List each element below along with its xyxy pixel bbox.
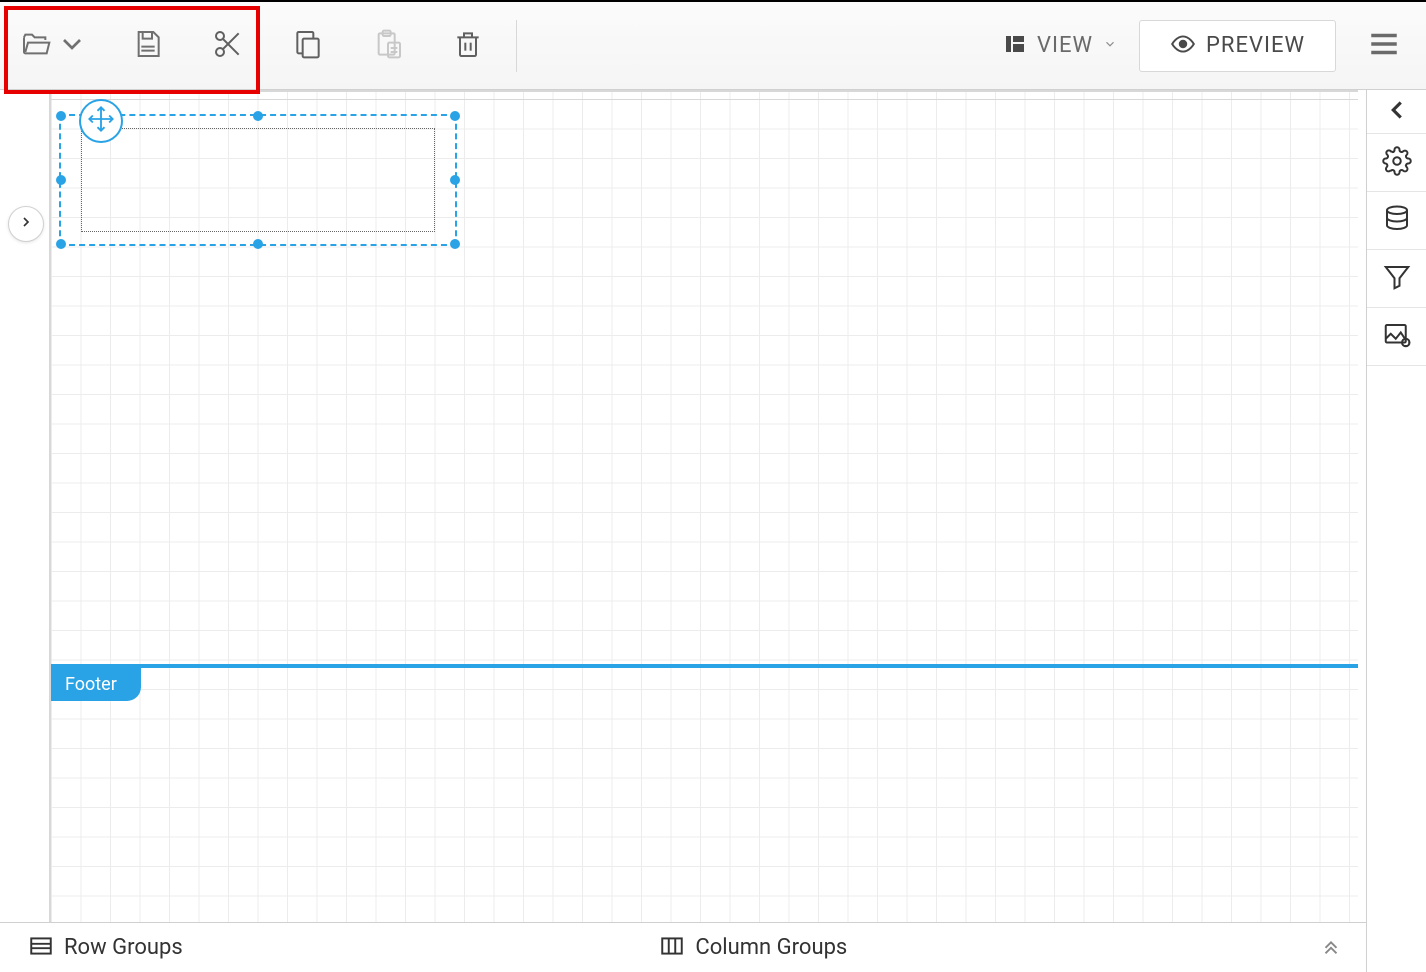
row-groups-label: Row Groups	[64, 935, 183, 960]
resize-handle-middle-right[interactable]	[450, 175, 460, 185]
footer-section-tab[interactable]: Footer	[51, 668, 141, 701]
copy-icon	[292, 28, 324, 64]
paste-button[interactable]	[348, 2, 428, 90]
main-area: Footer Row Groups	[0, 90, 1426, 972]
folder-open-icon	[20, 28, 52, 64]
preview-label: PREVIEW	[1206, 33, 1305, 58]
eye-icon	[1170, 31, 1196, 61]
open-button[interactable]	[0, 2, 108, 90]
save-icon	[132, 28, 164, 64]
rows-icon	[28, 933, 54, 963]
left-panel-expander[interactable]	[8, 206, 44, 242]
canvas-wrap: Footer Row Groups	[0, 90, 1366, 972]
resize-handle-bottom-left[interactable]	[56, 239, 66, 249]
hamburger-icon	[1367, 27, 1401, 65]
app-root: VIEW PREVIEW	[0, 0, 1426, 972]
rail-collapse-button[interactable]	[1367, 90, 1426, 134]
resize-handle-top-left[interactable]	[56, 111, 66, 121]
chevron-left-icon	[1382, 95, 1412, 129]
filter-icon	[1382, 262, 1412, 296]
move-handle[interactable]	[79, 99, 123, 143]
chevron-down-icon	[56, 28, 88, 64]
resize-handle-top-right[interactable]	[450, 111, 460, 121]
bottom-bar: Row Groups Column Groups	[0, 922, 1366, 972]
gear-icon	[1382, 146, 1412, 180]
columns-icon	[659, 933, 685, 963]
view-label: VIEW	[1037, 33, 1093, 58]
collapse-bottom-bar[interactable]	[1314, 929, 1348, 967]
view-dropdown[interactable]: VIEW	[987, 32, 1133, 60]
row-groups-button[interactable]: Row Groups	[18, 927, 193, 969]
cut-button[interactable]	[188, 2, 268, 90]
footer-label: Footer	[65, 674, 117, 695]
copy-button[interactable]	[268, 2, 348, 90]
move-arrows-icon	[87, 105, 115, 137]
paste-icon	[372, 28, 404, 64]
footer-section-divider[interactable]	[51, 664, 1358, 668]
database-icon	[1382, 204, 1412, 238]
right-rail	[1366, 90, 1426, 972]
delete-button[interactable]	[428, 2, 508, 90]
preview-button[interactable]: PREVIEW	[1139, 20, 1336, 72]
chevron-down-icon	[1103, 36, 1117, 55]
resize-handle-bottom-right[interactable]	[450, 239, 460, 249]
canvas-inner: Footer	[0, 90, 1366, 922]
scissors-icon	[212, 28, 244, 64]
hamburger-menu-button[interactable]	[1354, 2, 1414, 90]
inner-item-outline	[81, 128, 435, 232]
layout-icon	[1003, 32, 1027, 60]
column-groups-button[interactable]: Column Groups	[649, 927, 857, 969]
rail-settings-button[interactable]	[1367, 134, 1426, 192]
resize-handle-middle-left[interactable]	[56, 175, 66, 185]
toolbar-separator	[516, 20, 517, 72]
column-groups-label: Column Groups	[695, 935, 847, 960]
toolbar-group-file	[0, 2, 188, 90]
image-settings-icon	[1382, 320, 1412, 354]
toolbar: VIEW PREVIEW	[0, 2, 1426, 90]
resize-handle-top-middle[interactable]	[253, 111, 263, 121]
trash-icon	[452, 28, 484, 64]
rail-image-settings-button[interactable]	[1367, 308, 1426, 366]
double-chevron-up-icon	[1320, 942, 1342, 961]
resize-handle-bottom-middle[interactable]	[253, 239, 263, 249]
save-button[interactable]	[108, 2, 188, 90]
rail-filter-button[interactable]	[1367, 250, 1426, 308]
design-surface[interactable]: Footer	[49, 90, 1358, 922]
rail-data-button[interactable]	[1367, 192, 1426, 250]
chevron-right-icon	[18, 214, 34, 234]
